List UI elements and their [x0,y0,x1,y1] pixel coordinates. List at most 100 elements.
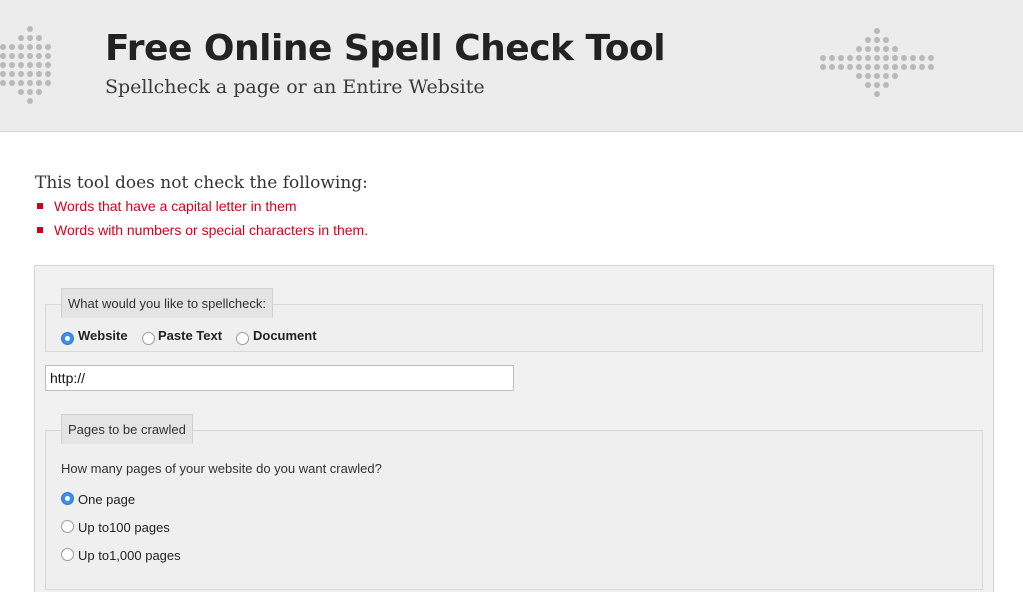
dot [27,62,33,68]
dot [45,53,51,59]
dot [874,64,880,70]
dot [865,73,871,79]
dot [36,80,42,86]
dot [27,26,33,32]
dot [36,35,42,41]
dot [901,55,907,61]
dot [865,37,871,43]
dot [892,55,898,61]
dot [865,55,871,61]
pages-question: How many pages of your website do you wa… [61,461,382,476]
pages-fieldset [45,430,983,590]
dot [883,82,889,88]
dot [45,71,51,77]
dot [18,53,24,59]
dot [847,64,853,70]
dot [838,55,844,61]
dot [883,64,889,70]
dot [829,64,835,70]
up-to-1000-pages-radio[interactable] [61,548,74,561]
up-to-1000-pages-radio-label[interactable]: Up to1,000 pages [78,548,181,564]
up-to-100-pages-radio-label[interactable]: Up to100 pages [78,520,170,536]
notice-item: Words with numbers or special characters… [35,221,368,245]
dot [18,80,24,86]
dot [27,80,33,86]
one-page-radio-label[interactable]: One page [78,492,135,508]
dot [874,82,880,88]
website-radio-label[interactable]: Website [78,328,128,344]
notice-list: Words that have a capital letter in them… [35,197,368,245]
dot [874,91,880,97]
dot [856,73,862,79]
dot [0,62,6,68]
dot [892,64,898,70]
dot [892,73,898,79]
dot [919,64,925,70]
spellcheck-form: What would you like to spellcheck: Websi… [34,265,994,592]
dot [27,98,33,104]
dot [874,55,880,61]
document-radio-label[interactable]: Document [253,328,317,344]
dot [847,55,853,61]
dot [883,55,889,61]
dot [0,53,6,59]
dot [856,55,862,61]
dot [865,64,871,70]
dot [883,37,889,43]
dot [9,62,15,68]
dot [18,71,24,77]
dot [919,55,925,61]
paste-text-radio-label[interactable]: Paste Text [158,328,222,344]
dot [36,89,42,95]
dot [9,80,15,86]
dot [874,73,880,79]
dot [883,46,889,52]
dot [36,71,42,77]
dot [36,62,42,68]
dot [36,53,42,59]
dot [856,64,862,70]
dot [865,46,871,52]
dot [856,46,862,52]
dot [0,44,6,50]
one-page-radio[interactable] [61,492,74,505]
dot [0,71,6,77]
dot [18,62,24,68]
page-title: Free Online Spell Check Tool [105,28,666,69]
dot [45,80,51,86]
notice-heading: This tool does not check the following: [35,173,368,193]
dot [883,73,889,79]
paste-text-radio[interactable] [142,332,155,345]
dot [18,89,24,95]
dot [45,44,51,50]
dot [27,44,33,50]
dot [36,44,42,50]
pages-legend: Pages to be crawled [61,414,193,444]
page-subtitle: Spellcheck a page or an Entire Website [105,76,485,98]
dot [45,62,51,68]
dot [910,55,916,61]
dot [910,64,916,70]
spellcheck-type-legend: What would you like to spellcheck: [61,288,273,318]
dot [27,53,33,59]
url-input[interactable] [45,365,514,391]
dot [874,46,880,52]
dot [27,89,33,95]
dot [820,64,826,70]
dot [874,37,880,43]
dot [18,35,24,41]
dot [829,55,835,61]
up-to-100-pages-radio[interactable] [61,520,74,533]
dot [874,28,880,34]
dot [9,44,15,50]
dot [27,35,33,41]
dot [928,55,934,61]
dot [892,46,898,52]
dot [928,64,934,70]
dot [865,82,871,88]
dot [0,80,6,86]
website-radio[interactable] [61,332,74,345]
document-radio[interactable] [236,332,249,345]
dot [9,53,15,59]
dot [838,64,844,70]
